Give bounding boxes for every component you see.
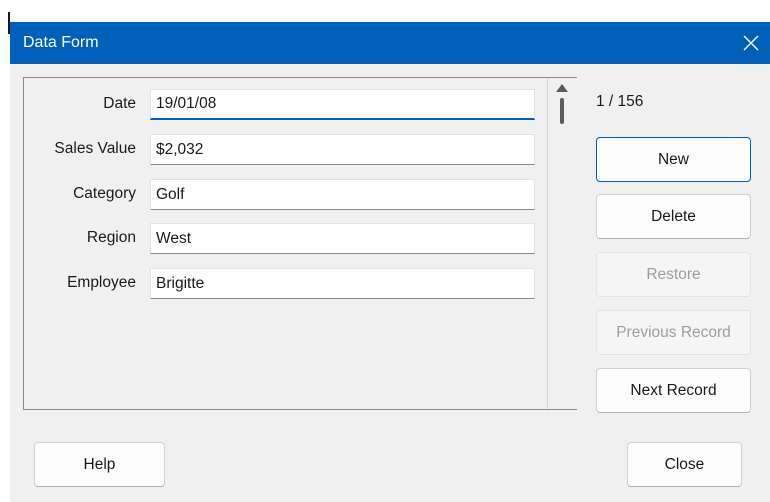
category-field[interactable]: [150, 179, 535, 210]
record-counter: 1 / 156: [596, 93, 644, 110]
scrollbar-thumb[interactable]: [560, 98, 564, 124]
next-record-button[interactable]: Next Record: [596, 368, 751, 413]
fields-panel: Date Sales Value Category Region Employe…: [23, 77, 578, 410]
sales-value-field[interactable]: [150, 134, 535, 165]
restore-button: Restore: [596, 252, 751, 297]
record-scrollbar[interactable]: [547, 78, 578, 409]
field-label-date: Date: [103, 95, 136, 112]
background-window-edge: [0, 0, 10, 502]
close-icon[interactable]: [736, 28, 766, 58]
dialog-title: Data Form: [23, 34, 99, 51]
region-field[interactable]: [150, 223, 535, 254]
previous-record-button: Previous Record: [596, 310, 751, 355]
help-button[interactable]: Help: [34, 442, 165, 487]
field-label-category: Category: [73, 185, 136, 202]
date-field[interactable]: [150, 89, 535, 120]
delete-button[interactable]: Delete: [596, 194, 751, 239]
employee-field[interactable]: [150, 268, 535, 299]
new-button[interactable]: New: [596, 137, 751, 182]
title-bar: Data Form: [10, 22, 770, 64]
field-label-sales-value: Sales Value: [54, 140, 136, 157]
arrow-up-icon[interactable]: [556, 84, 568, 92]
field-label-employee: Employee: [67, 274, 136, 291]
data-form-dialog: Data Form Date Sales Value Category Regi…: [10, 22, 770, 502]
field-label-region: Region: [86, 229, 136, 246]
close-button[interactable]: Close: [627, 442, 742, 487]
